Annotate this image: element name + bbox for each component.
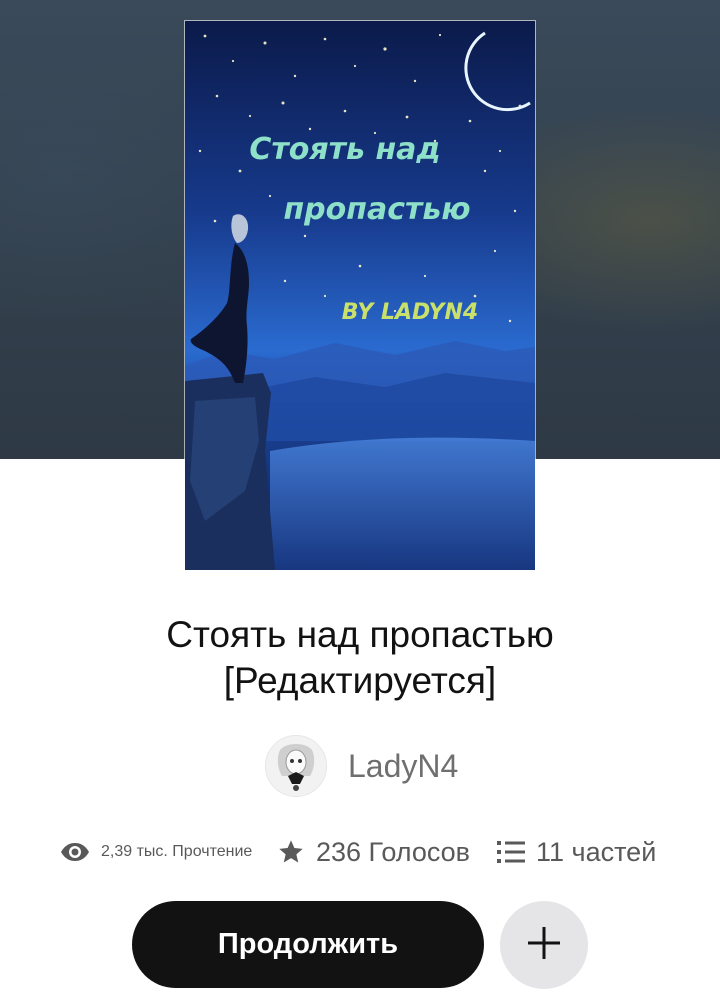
reads-stat: 2,39 тыс. Прочтение [60,830,252,874]
add-to-library-button[interactable] [500,901,588,989]
parts-stat[interactable]: 11 частей [497,830,656,874]
story-title-line2: [Редактируется] [223,660,497,701]
cover-image: Стоять над пропастью BY LADYN4 [185,21,535,570]
story-title: Стоять над пропастью [Редактируется] [40,612,680,704]
cover-byline: BY LADYN4 [342,300,478,325]
avatar [265,735,327,797]
parts-count: 11 частей [536,836,657,867]
avatar-image [266,736,326,796]
reads-count: 2,39 тыс. Прочтение [101,843,253,860]
story-stats: 2,39 тыс. Прочтение 236 Голосов 11 часте… [60,830,680,874]
cover-title-line1: Стоять над [249,132,440,167]
votes-stat: 236 Голосов [277,830,470,874]
continue-reading-button[interactable]: Продолжить [132,901,484,988]
votes-count: 236 Голосов [316,836,471,867]
star-icon [277,838,305,866]
story-details-screen: Стоять над пропастью BY LADYN4 Стоять на… [0,0,720,1004]
author-name: LadyN4 [348,747,459,784]
continue-button-label: Продолжить [217,928,399,960]
cover-title-line2: пропастью [283,192,470,227]
plus-icon [527,926,561,965]
eye-icon [60,842,90,862]
story-cover[interactable]: Стоять над пропастью BY LADYN4 [185,21,535,570]
story-title-line1: Стоять над пропастью [166,614,554,655]
author-link[interactable]: LadyN4 [265,735,458,797]
list-icon [497,840,525,864]
